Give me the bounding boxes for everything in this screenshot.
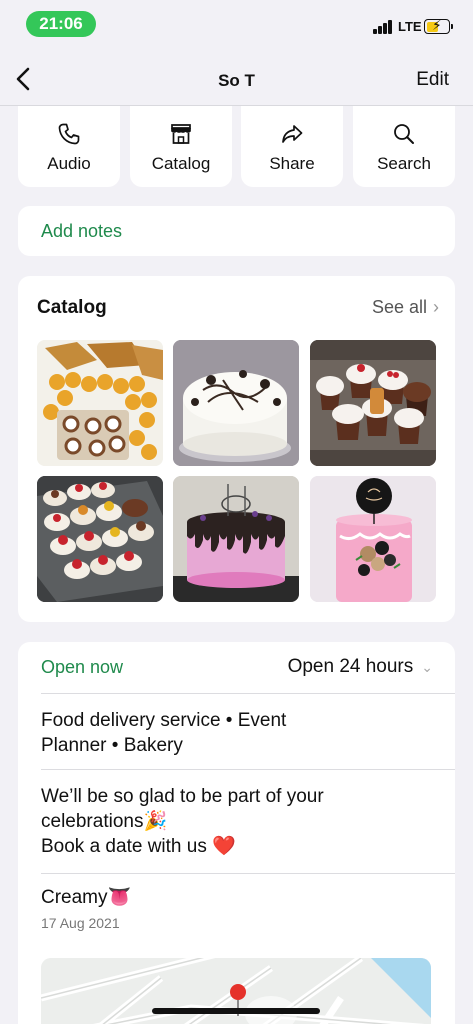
- heart-icon: ❤️: [212, 836, 236, 857]
- categories-line-1: Food delivery service • Event: [41, 710, 287, 731]
- location-map[interactable]: [41, 958, 431, 1024]
- drip-cake-image: [173, 476, 299, 602]
- add-notes-label: Add notes: [41, 221, 123, 241]
- audio-label: Audio: [47, 154, 91, 173]
- snacks-image: [37, 340, 163, 466]
- cookies-cake-image: [173, 340, 299, 466]
- status-message: Creamy👅: [41, 887, 132, 908]
- catalog-label: Catalog: [151, 154, 211, 173]
- categories-line-2: Planner • Bakery: [41, 735, 183, 756]
- status-date: 17 Aug 2021: [41, 915, 120, 931]
- search-icon: [394, 124, 414, 144]
- status-bar: 21:06 LTE ⚡: [0, 0, 473, 48]
- hours-label: Open 24 hours: [287, 656, 414, 677]
- chevron-down-icon: ⌄: [421, 659, 433, 675]
- status-time: 21:06: [26, 11, 96, 37]
- business-categories: Food delivery service • Event Planner • …: [41, 708, 441, 758]
- catalog-title: Catalog: [37, 297, 107, 318]
- navigation-bar: So T Edit: [0, 52, 473, 106]
- catalog-item-birthday-cake[interactable]: [310, 476, 436, 602]
- hours-dropdown[interactable]: Open 24 hours ⌄: [288, 656, 433, 678]
- search-label: Search: [377, 154, 431, 173]
- catalog-item-cookies-cake[interactable]: [173, 340, 299, 466]
- business-description: We’ll be so glad to be part of your cele…: [41, 784, 441, 859]
- open-status: Open now: [41, 657, 124, 677]
- share-button[interactable]: Share: [241, 106, 343, 187]
- business-info-card: Open now Open 24 hours ⌄ Food delivery se…: [18, 642, 455, 1024]
- see-all-label: See all: [371, 297, 427, 317]
- catalog-item-cupcake-tray[interactable]: [37, 476, 163, 602]
- birthday-cake-image: [310, 476, 436, 602]
- contact-name: So T: [218, 71, 255, 90]
- divider: [41, 873, 455, 874]
- battery-icon: ⚡: [424, 17, 453, 34]
- description-line-3-text: Book a date with us: [41, 836, 207, 857]
- signal-icon: [373, 20, 393, 34]
- catalog-item-cupcakes[interactable]: [310, 340, 436, 466]
- add-notes-button[interactable]: Add notes: [18, 206, 455, 256]
- catalog-button[interactable]: Catalog: [130, 106, 232, 187]
- see-all-link[interactable]: See all ›: [372, 297, 439, 318]
- description-line-1: We’ll be so glad to be part of your: [41, 786, 324, 807]
- edit-button[interactable]: Edit: [416, 69, 449, 91]
- share-arrow-icon: [282, 125, 303, 143]
- map-image: [41, 958, 431, 1024]
- cupcakes-image: [310, 340, 436, 466]
- cupcake-tray-image: [37, 476, 163, 602]
- search-button[interactable]: Search: [353, 106, 455, 187]
- chevron-right-icon: ›: [433, 297, 439, 317]
- description-line-2: celebrations🎉: [41, 811, 168, 832]
- description-line-3: Book a date with us ❤️: [41, 834, 441, 859]
- catalog-item-snacks[interactable]: [37, 340, 163, 466]
- divider: [41, 693, 455, 694]
- quick-actions: Audio Catalog Share Search: [18, 106, 455, 188]
- phone-icon: [58, 123, 80, 145]
- catalog-card: Catalog See all ›: [18, 276, 455, 622]
- share-label: Share: [269, 154, 315, 173]
- storefront-icon: [171, 124, 191, 144]
- network-label: LTE: [398, 19, 422, 34]
- divider: [41, 769, 455, 770]
- home-indicator[interactable]: [152, 1008, 320, 1014]
- audio-button[interactable]: Audio: [18, 106, 120, 187]
- catalog-item-drip-cake[interactable]: [173, 476, 299, 602]
